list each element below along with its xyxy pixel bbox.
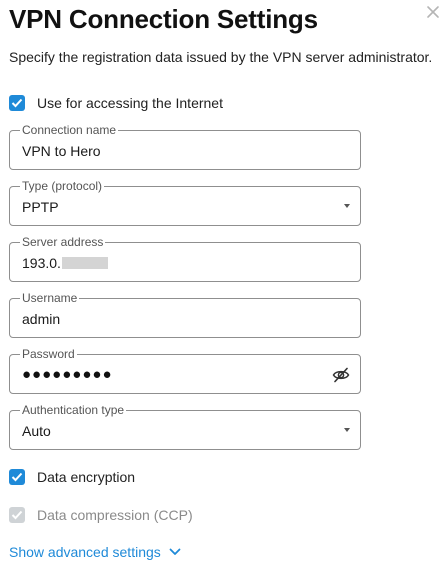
use-for-internet-label: Use for accessing the Internet	[37, 95, 223, 111]
dropdown-caret-icon	[344, 428, 350, 432]
redacted-block	[61, 257, 108, 269]
show-advanced-settings-link[interactable]: Show advanced settings	[9, 544, 181, 560]
auth-type-label: Authentication type	[20, 403, 127, 417]
server-address-value: 193.0.	[22, 255, 61, 271]
data-encryption-checkbox-row[interactable]: Data encryption	[9, 467, 135, 487]
eye-off-icon[interactable]	[332, 366, 350, 384]
dialog-title: VPN Connection Settings	[9, 4, 318, 34]
connection-name-field[interactable]: Connection name VPN to Hero	[9, 123, 361, 170]
dialog-subtitle: Specify the registration data issued by …	[9, 49, 433, 65]
password-value: ●●●●●●●●●	[22, 366, 113, 383]
data-compression-checkbox	[9, 507, 25, 523]
data-encryption-label: Data encryption	[37, 469, 136, 485]
connection-name-label: Connection name	[20, 123, 119, 137]
password-label: Password	[20, 347, 77, 361]
auth-type-value: Auto	[22, 423, 51, 439]
type-protocol-value: PPTP	[22, 199, 59, 215]
username-label: Username	[20, 291, 80, 305]
chevron-down-icon	[169, 548, 181, 555]
show-advanced-settings-label: Show advanced settings	[9, 544, 161, 560]
data-compression-checkbox-row: Data compression (CCP)	[9, 505, 193, 525]
data-compression-label: Data compression (CCP)	[37, 507, 193, 523]
type-protocol-select[interactable]: Type (protocol) PPTP	[9, 179, 361, 226]
server-address-label: Server address	[20, 235, 106, 249]
use-for-internet-checkbox-row[interactable]: Use for accessing the Internet	[9, 93, 223, 113]
data-encryption-checkbox[interactable]	[9, 469, 25, 485]
password-field[interactable]: Password ●●●●●●●●●	[9, 347, 361, 394]
checkmark-icon	[11, 510, 23, 520]
use-for-internet-checkbox[interactable]	[9, 95, 25, 111]
server-address-value-wrap: 193.0.	[22, 254, 108, 272]
type-protocol-label: Type (protocol)	[20, 179, 105, 193]
dropdown-caret-icon	[344, 204, 350, 208]
username-field[interactable]: Username admin	[9, 291, 361, 338]
close-icon[interactable]	[425, 4, 441, 20]
connection-name-value: VPN to Hero	[22, 143, 101, 159]
checkmark-icon	[11, 98, 23, 108]
checkmark-icon	[11, 472, 23, 482]
server-address-field[interactable]: Server address 193.0.	[9, 235, 361, 282]
username-value: admin	[22, 311, 61, 327]
auth-type-select[interactable]: Authentication type Auto	[9, 403, 361, 450]
